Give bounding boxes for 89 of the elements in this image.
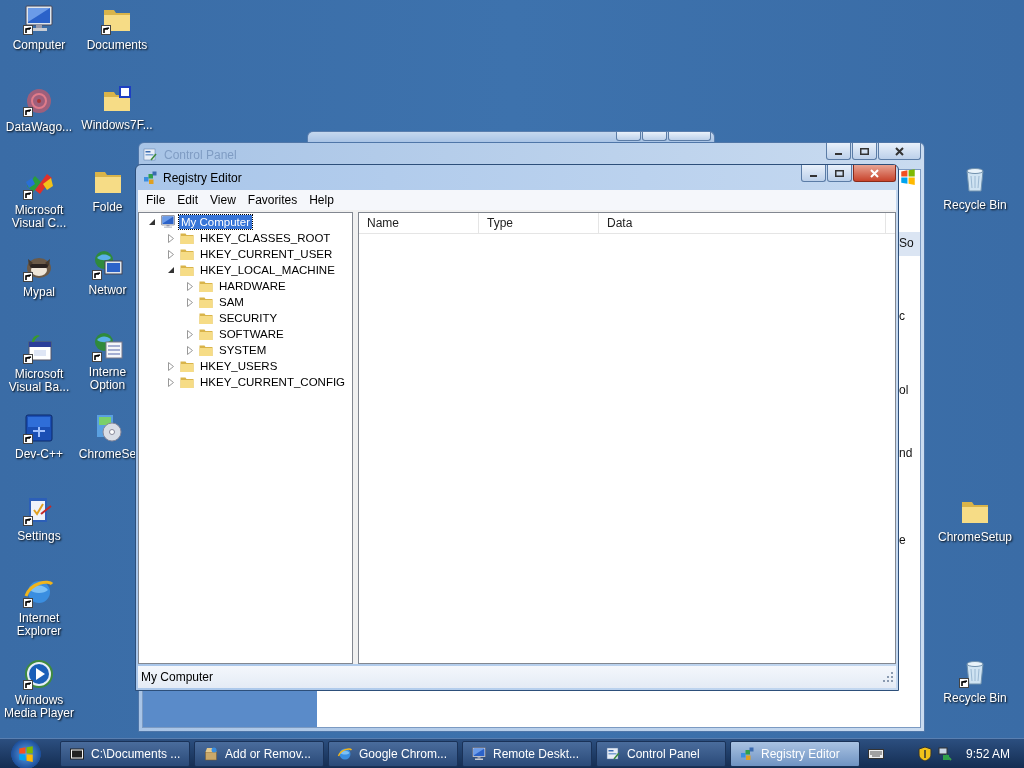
tile-icon [23, 412, 55, 444]
icon-label[interactable]: Internet Explorer [1, 612, 77, 638]
tree-item[interactable]: SOFTWARE [217, 327, 286, 341]
cubes-icon [739, 745, 755, 762]
icon-label[interactable]: Microsoft Visual C... [1, 204, 77, 230]
partial-text: nd [899, 446, 913, 460]
icon-label[interactable]: Folde [92, 201, 123, 214]
column-header[interactable]: Data [599, 213, 886, 233]
menu-item[interactable]: Edit [171, 191, 205, 209]
network-icon[interactable] [937, 745, 952, 762]
partial-text: So [899, 236, 914, 250]
taskbar-button[interactable]: Google Chrom... [328, 740, 458, 767]
icon-label[interactable]: Microsoft Visual Ba... [1, 368, 77, 394]
expand-arrow-icon[interactable] [187, 297, 193, 307]
maximize-button[interactable] [852, 143, 877, 160]
shield-icon[interactable] [917, 745, 932, 762]
expand-arrow-icon[interactable] [168, 233, 174, 243]
icon-label[interactable]: Documents [86, 39, 148, 52]
expand-arrow-icon[interactable] [168, 377, 174, 387]
icon-label[interactable]: ChromeSe [78, 448, 137, 461]
icon-label[interactable]: Recycle Bin [943, 692, 1007, 705]
keyboard-icon[interactable] [867, 748, 884, 759]
taskbar-button[interactable]: Add or Remov... [194, 740, 324, 767]
icon-label[interactable]: Networ [88, 284, 127, 297]
column-header[interactable]: Type [479, 213, 599, 233]
icon-label[interactable]: Windows Media Player [1, 694, 77, 720]
icon-label[interactable]: Interne Option [80, 366, 135, 392]
maximize-icon [835, 169, 844, 177]
icon-label[interactable]: Settings [17, 530, 61, 543]
clock[interactable]: 9:52 AM [965, 746, 1010, 761]
expand-arrow-icon[interactable] [187, 329, 193, 339]
icon-label[interactable]: Mypal [23, 286, 55, 299]
status-text: My Computer [141, 670, 214, 684]
partial-text: e [899, 533, 906, 547]
minimize-icon [835, 152, 842, 155]
icon-label[interactable]: Computer [12, 39, 66, 52]
collapse-arrow-icon[interactable] [148, 218, 156, 226]
menu-item[interactable]: File [140, 191, 172, 209]
tree-item[interactable]: HKEY_USERS [198, 359, 280, 373]
column-header[interactable]: Name [359, 213, 479, 233]
archive-icon [69, 745, 85, 762]
expand-arrow-icon[interactable] [187, 281, 193, 291]
monitor-icon [471, 745, 487, 762]
icon-label[interactable]: ChromeSetup [937, 531, 1012, 544]
windows-logo-icon [17, 744, 35, 763]
maximize-icon [860, 147, 869, 155]
close-button[interactable] [878, 143, 921, 160]
expand-arrow-icon[interactable] [168, 249, 174, 259]
partial-text: c [899, 309, 905, 323]
tree-item[interactable]: SECURITY [217, 311, 280, 325]
monitor-icon [160, 214, 176, 230]
menu-item[interactable]: Favorites [241, 191, 304, 209]
panel-icon [142, 147, 158, 163]
minimize-icon [810, 174, 817, 177]
cubes-icon [142, 170, 158, 186]
taskbar-button[interactable]: Control Panel [596, 740, 726, 767]
expand-arrow-icon[interactable] [168, 361, 174, 371]
menu-item[interactable]: Help [303, 191, 340, 209]
panel-icon [605, 745, 621, 762]
minimize-button[interactable] [801, 165, 826, 182]
minimize-button[interactable] [826, 143, 851, 160]
icon-label[interactable]: Windows7F... [81, 119, 153, 132]
expand-arrow-icon[interactable] [187, 345, 193, 355]
taskbar-button[interactable]: Remote Deskt... [462, 740, 592, 767]
close-icon [895, 146, 904, 156]
close-button[interactable] [853, 165, 896, 182]
icon-label[interactable]: DataWago... [5, 121, 73, 134]
play-icon [23, 658, 55, 690]
windows-logo-icon [899, 168, 917, 186]
tree-item[interactable]: SAM [217, 295, 246, 309]
tree-item[interactable]: HKEY_CURRENT_CONFIG [198, 375, 348, 389]
tree-item[interactable]: HARDWARE [217, 279, 288, 293]
partial-text: ol [899, 383, 909, 397]
installer-icon [203, 745, 219, 762]
window-title: Registry Editor [163, 171, 242, 185]
tree-item[interactable]: HKEY_LOCAL_MACHINE [198, 263, 337, 277]
icon-label[interactable]: Dev-C++ [15, 448, 63, 461]
resize-grip-icon[interactable] [883, 672, 893, 682]
globe-icon [337, 745, 353, 762]
tree-item[interactable]: My Computer [179, 215, 253, 229]
icon-label[interactable]: Recycle Bin [943, 199, 1007, 212]
tree-item[interactable]: SYSTEM [217, 343, 269, 357]
taskbar-button[interactable]: C:\Documents ... [60, 740, 190, 767]
tree-item[interactable]: HKEY_CLASSES_ROOT [198, 231, 333, 245]
close-icon [870, 168, 879, 178]
maximize-button[interactable] [827, 165, 852, 182]
collapse-arrow-icon[interactable] [167, 266, 175, 274]
menu-item[interactable]: View [204, 191, 242, 209]
tree-item[interactable]: HKEY_CURRENT_USER [198, 247, 335, 261]
